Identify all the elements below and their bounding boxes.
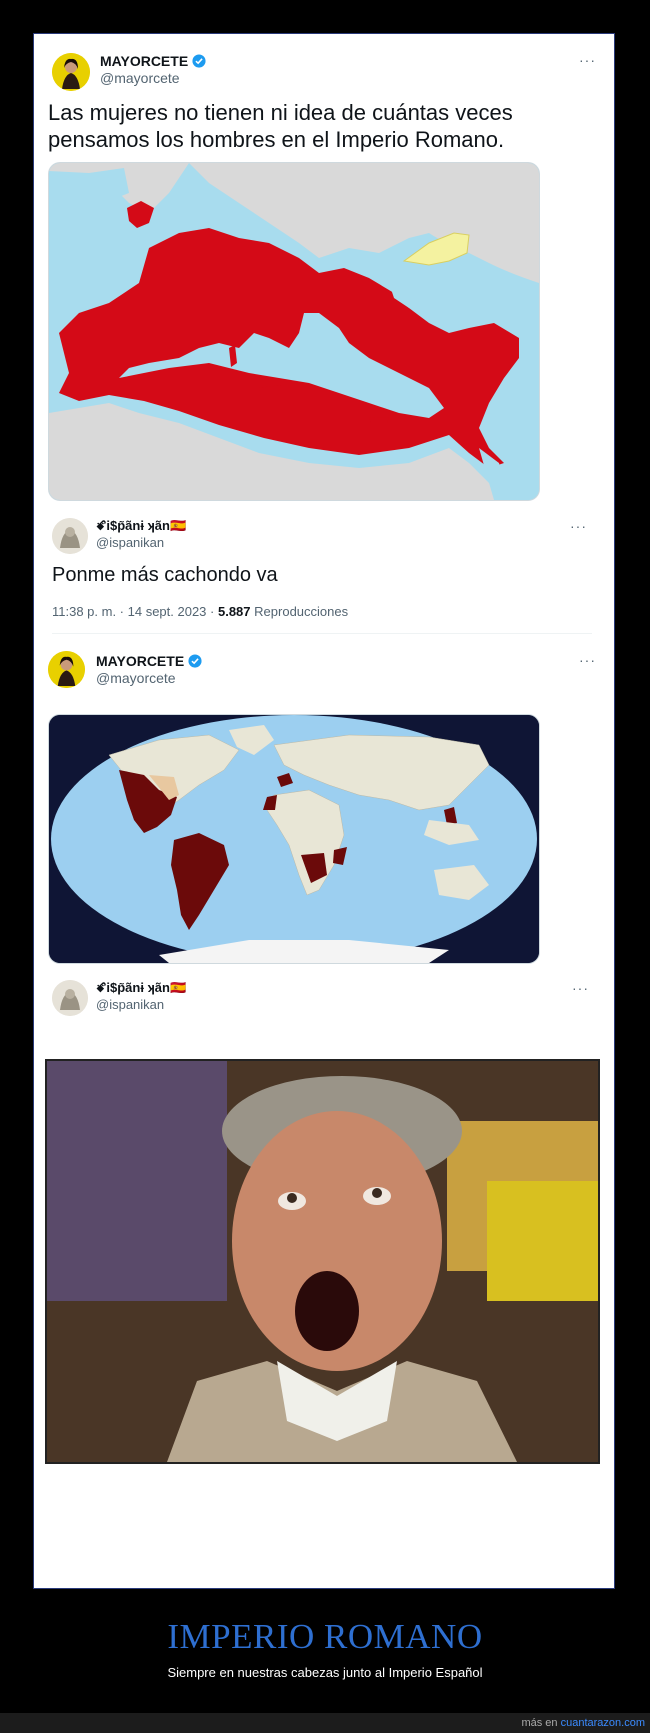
site-link[interactable]: cuantarazon.com [561, 1717, 645, 1729]
map-image [49, 163, 539, 500]
display-name-text: MAYORCETE [96, 653, 185, 669]
more-options-icon[interactable]: ··· [579, 52, 596, 68]
shocked-man-image [47, 1061, 598, 1462]
user-handle[interactable]: @ispanikan [96, 997, 164, 1012]
more-options-icon[interactable]: ··· [572, 980, 589, 996]
more-options-icon[interactable]: ··· [570, 518, 587, 534]
display-name[interactable]: MAYORCETE [100, 53, 206, 69]
avatar-image [48, 651, 85, 688]
footer-prefix: más en [521, 1717, 558, 1729]
roman-empire-map[interactable] [48, 162, 540, 501]
display-name[interactable]: MAYORCETE [96, 653, 202, 669]
meme-frame: MAYORCETE @mayorcete ··· Las mujeres no … [33, 33, 615, 1589]
avatar[interactable] [52, 53, 90, 91]
avatar[interactable] [48, 651, 85, 688]
spanish-empire-map[interactable] [48, 714, 540, 964]
view-label: Reproducciones [254, 604, 349, 619]
avatar-image [52, 53, 90, 91]
tweet-text: Las mujeres no tienen ni idea de cuántas… [48, 100, 513, 152]
meme-title: IMPERIO ROMANO [167, 1617, 483, 1656]
tweet-text: Ponme más cachondo va [52, 564, 278, 586]
footer-bar: más en cuantarazon.com [0, 1713, 650, 1733]
reaction-gif[interactable] [45, 1059, 600, 1464]
user-handle[interactable]: @mayorcete [96, 670, 176, 686]
avatar[interactable] [52, 518, 88, 554]
verified-icon [188, 654, 202, 668]
avatar-image [52, 980, 88, 1016]
display-name-text: MAYORCETE [100, 53, 189, 69]
user-handle[interactable]: @mayorcete [100, 70, 180, 86]
divider [52, 633, 592, 634]
avatar[interactable] [52, 980, 88, 1016]
more-options-icon[interactable]: ··· [579, 652, 596, 668]
display-name[interactable]: ꗄi$p̃ãnɨ ʞãn🇪🇸 [96, 980, 186, 996]
verified-icon [192, 54, 206, 68]
display-name[interactable]: ꗄi$p̃ãnɨ ʞãn🇪🇸 [96, 518, 186, 534]
view-count: 5.887 [217, 604, 251, 619]
meme-subtitle: Siempre en nuestras cabezas junto al Imp… [167, 1665, 483, 1680]
tweet-timestamp[interactable]: 11:38 p. m. · 14 sept. 2023 · [52, 604, 214, 619]
user-handle[interactable]: @ispanikan [96, 535, 164, 550]
tweet-meta: 11:38 p. m. · 14 sept. 2023 · 5.887 Repr… [52, 604, 348, 619]
footer-text: más en cuantarazon.com [521, 1717, 645, 1729]
map-image [49, 715, 539, 963]
avatar-image [52, 518, 88, 554]
